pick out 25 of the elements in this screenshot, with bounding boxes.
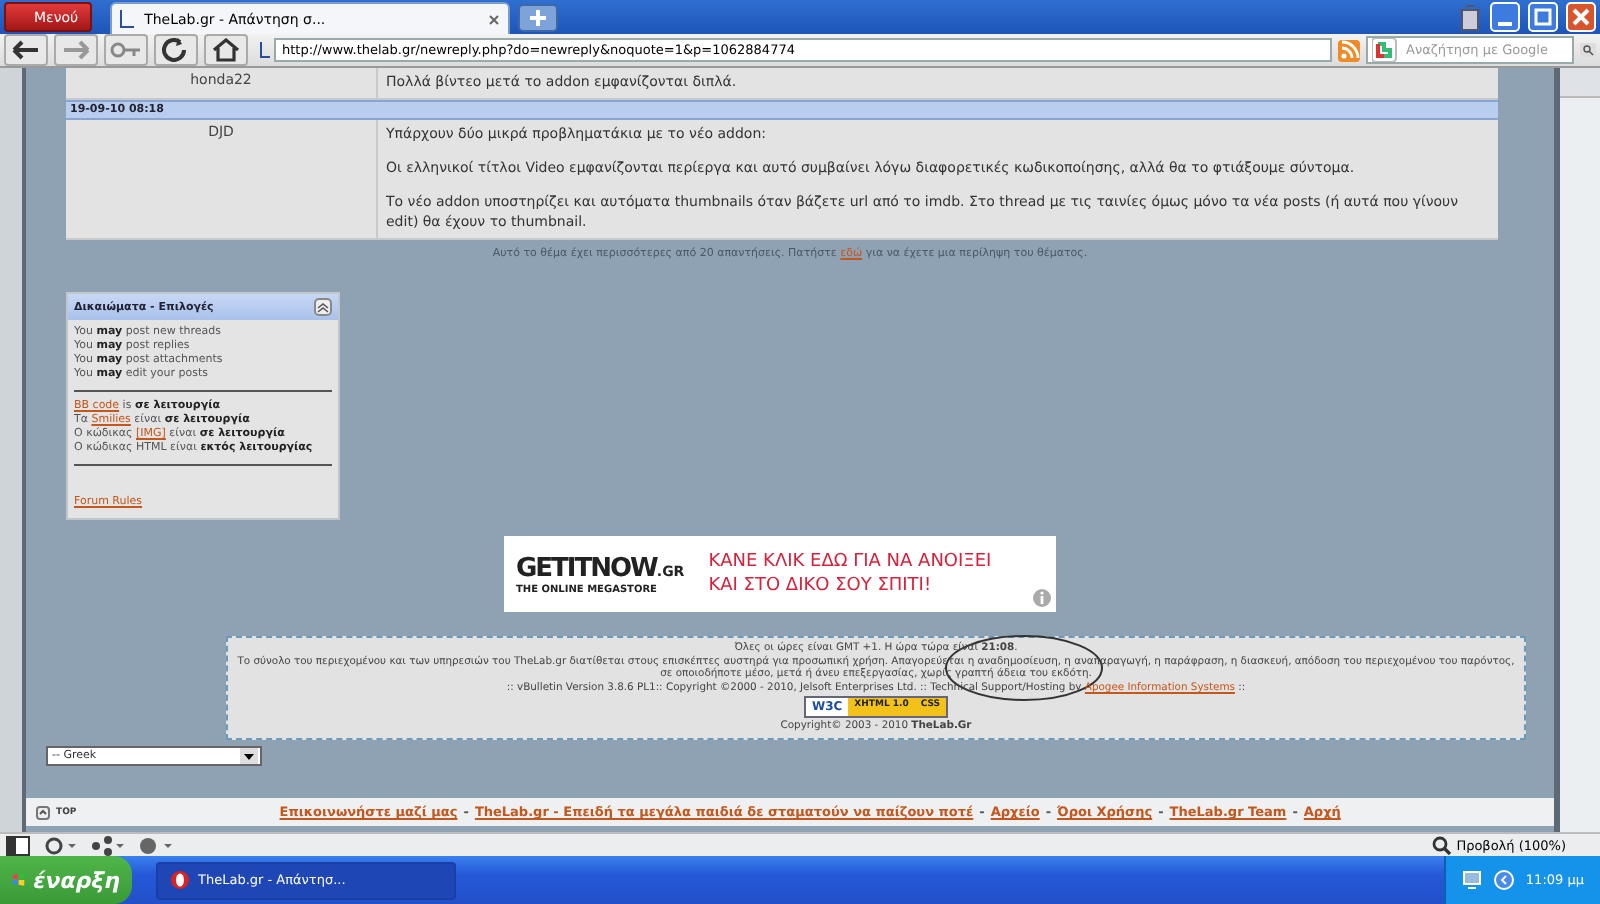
back-icon[interactable] <box>4 34 48 66</box>
home-icon[interactable] <box>204 34 248 66</box>
google-icon[interactable] <box>1372 38 1400 62</box>
panel-toggle-icon[interactable] <box>6 835 30 855</box>
dropdown-arrow-icon[interactable] <box>240 747 258 764</box>
zoom-icon[interactable] <box>1432 835 1453 855</box>
reload-icon[interactable] <box>154 34 198 66</box>
share-icon[interactable] <box>90 835 126 855</box>
maximize-button[interactable] <box>1528 2 1558 32</box>
scrollbar[interactable] <box>1560 68 1600 832</box>
speaker-icon[interactable] <box>1493 870 1514 890</box>
ad-logo: GETITNOW <box>516 553 657 583</box>
close-button[interactable] <box>1566 2 1596 32</box>
page-icon[interactable] <box>260 42 270 58</box>
start-button[interactable]: έναρξη <box>0 856 132 904</box>
new-tab-icon[interactable] <box>518 3 559 31</box>
minimize-button[interactable] <box>1490 2 1520 32</box>
browser-logo-icon[interactable] <box>170 870 190 890</box>
ad-text: ΚΑΝΕ ΚΛΙΚ ΕΔΩ ΓΙΑ ΝΑ ΑΝΟΙΞΕΙ <box>708 552 992 572</box>
close-icon[interactable] <box>488 13 501 25</box>
trash-icon[interactable] <box>1458 3 1482 31</box>
network-icon[interactable] <box>1461 870 1482 890</box>
ad-text: ΚΑΙ ΣΤΟ ΔΙΚΟ ΣΟΥ ΣΠΙΤΙ! <box>708 576 934 596</box>
up-arrow-icon[interactable] <box>36 805 50 819</box>
collapse-icon[interactable] <box>314 298 332 316</box>
